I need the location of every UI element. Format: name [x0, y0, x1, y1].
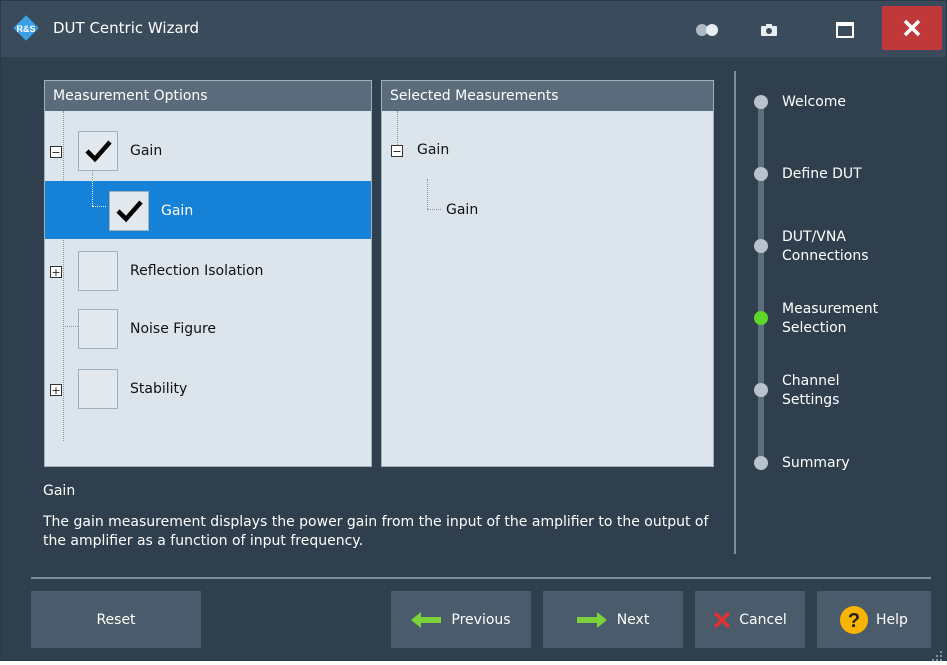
measurement-options-header: Measurement Options: [45, 81, 371, 111]
help-label: Help: [876, 611, 908, 628]
step-channel-settings[interactable]: Channel Settings: [782, 372, 872, 410]
gain-group-checkbox[interactable]: [78, 131, 118, 171]
expand-toggle[interactable]: +: [50, 266, 62, 278]
window-title: DUT Centric Wizard: [53, 19, 200, 37]
cancel-button[interactable]: Cancel: [695, 591, 805, 648]
previous-button[interactable]: Previous: [391, 591, 531, 648]
cancel-label: Cancel: [739, 611, 787, 628]
arrow-right-icon: [576, 611, 607, 628]
steps-track: [758, 101, 764, 463]
option-label: Stability: [130, 381, 188, 397]
reset-label: Reset: [96, 611, 136, 628]
description-title: Gain: [43, 483, 76, 499]
close-button[interactable]: [882, 6, 942, 50]
help-icon: ?: [840, 605, 869, 634]
selected-measurements-header: Selected Measurements: [382, 81, 713, 111]
option-row-gain[interactable]: Gain: [45, 181, 371, 239]
tree-line: [427, 209, 441, 210]
option-row-noise-figure[interactable]: Noise Figure: [45, 299, 371, 357]
vertical-divider: [734, 71, 736, 554]
toggle-button[interactable]: [691, 9, 723, 51]
step-dot: [754, 95, 768, 109]
step-dot: [754, 239, 768, 253]
step-dot: [754, 167, 768, 181]
step-define-dut[interactable]: Define DUT: [782, 165, 862, 184]
expand-toggle[interactable]: +: [50, 384, 62, 396]
tree-line: [397, 111, 398, 145]
wizard-window: R&S DUT Centric Wizard Measurement Optio…: [0, 0, 947, 661]
option-label: Reflection Isolation: [130, 263, 264, 279]
collapse-toggle[interactable]: −: [50, 146, 62, 158]
option-row-gain-group[interactable]: − Gain: [45, 121, 371, 179]
collapse-toggle[interactable]: −: [391, 145, 403, 157]
gain-checkbox[interactable]: [109, 191, 149, 231]
option-label: Gain: [130, 143, 163, 159]
next-button[interactable]: Next: [543, 591, 683, 648]
previous-label: Previous: [451, 611, 511, 628]
app-logo-icon: R&S: [13, 15, 39, 41]
selected-item-label[interactable]: Gain: [417, 142, 449, 158]
arrow-left-icon: [411, 611, 442, 628]
screenshot-button[interactable]: [753, 9, 785, 51]
tree-line: [92, 206, 106, 207]
step-dut-vna-connections[interactable]: DUT/VNA Connections: [782, 228, 882, 266]
description-text: The gain measurement displays the power …: [43, 514, 709, 549]
horizontal-divider: [31, 577, 931, 579]
tree-line: [92, 181, 93, 206]
checkmark-icon: [116, 200, 143, 223]
cancel-x-icon: [714, 611, 731, 628]
svg-text:?: ?: [848, 610, 860, 632]
maximize-icon: [836, 22, 854, 38]
maximize-button[interactable]: [829, 9, 861, 51]
step-measurement-selection[interactable]: Measurement Selection: [782, 300, 922, 338]
option-label: Noise Figure: [130, 321, 217, 337]
step-welcome[interactable]: Welcome: [782, 93, 846, 112]
reset-button[interactable]: Reset: [31, 591, 201, 648]
title-bar: R&S DUT Centric Wizard: [1, 1, 946, 57]
step-summary[interactable]: Summary: [782, 454, 850, 473]
help-button[interactable]: ? Help: [817, 591, 931, 648]
toggle-icon: [696, 24, 718, 36]
measurement-options-panel: Measurement Options − Gain Gain + Reflec…: [44, 80, 372, 467]
close-icon: [903, 19, 921, 37]
resize-grip-icon[interactable]: [932, 646, 942, 661]
selected-item-label[interactable]: Gain: [446, 202, 478, 218]
camera-icon: [761, 24, 777, 36]
option-label: Gain: [161, 203, 194, 219]
step-dot-active: [754, 311, 768, 325]
option-row-reflection-isolation[interactable]: + Reflection Isolation: [45, 241, 371, 299]
noise-figure-checkbox[interactable]: [78, 309, 118, 349]
step-dot: [754, 383, 768, 397]
checkmark-icon: [85, 140, 112, 163]
next-label: Next: [616, 611, 650, 628]
stability-checkbox[interactable]: [78, 369, 118, 409]
option-row-stability[interactable]: + Stability: [45, 359, 371, 417]
step-dot: [754, 456, 768, 470]
selected-measurements-panel: Selected Measurements − Gain Gain: [381, 80, 714, 467]
tree-line: [427, 179, 428, 209]
reflection-isolation-checkbox[interactable]: [78, 251, 118, 291]
svg-text:R&S: R&S: [16, 24, 35, 34]
